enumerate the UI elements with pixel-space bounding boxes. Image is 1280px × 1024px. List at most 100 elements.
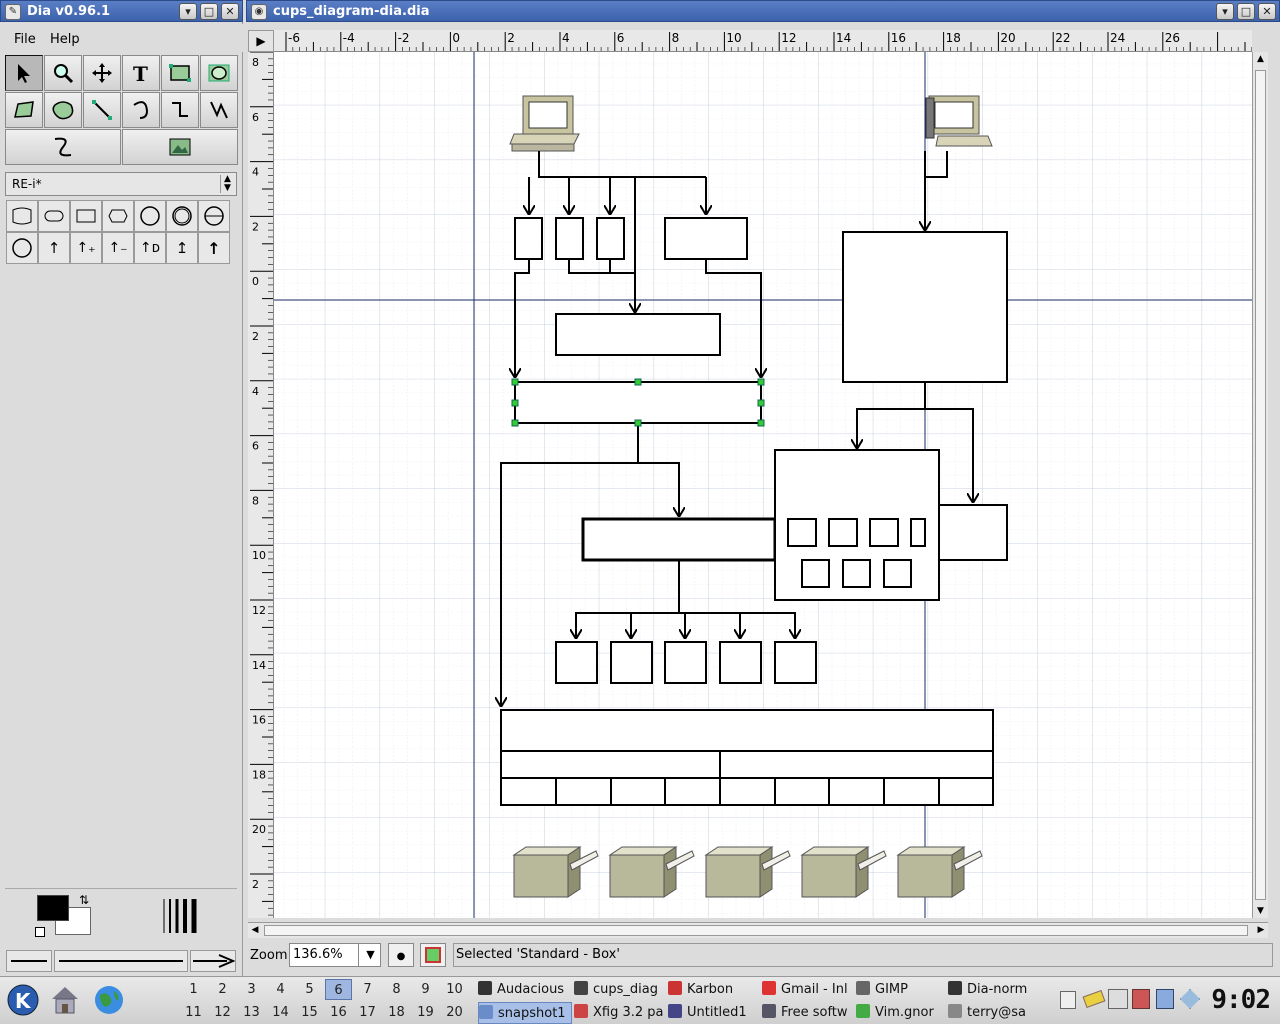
desktop-13[interactable]: 13	[238, 1002, 265, 1023]
polyline-tool[interactable]	[200, 92, 238, 128]
scroll-up-icon[interactable]: ▲	[1253, 52, 1268, 66]
shape-double-circle[interactable]	[166, 200, 198, 232]
task-button[interactable]: Untitled1	[668, 1002, 760, 1024]
desktop-19[interactable]: 19	[412, 1002, 439, 1023]
desktop-6[interactable]: 6	[325, 979, 352, 1000]
box[interactable]	[842, 559, 871, 588]
arc-tool[interactable]	[122, 92, 160, 128]
line-style-selector[interactable]	[54, 950, 188, 972]
notes-icon[interactable]	[1082, 989, 1106, 1009]
box[interactable]	[664, 641, 707, 684]
sheet-selector[interactable]: RE-i* ▲ ▼	[5, 172, 237, 196]
close-icon[interactable]: ✕	[221, 3, 239, 20]
horizontal-scroll-thumb[interactable]	[264, 925, 1248, 936]
bottom-block[interactable]	[500, 709, 994, 806]
diagram-titlebar[interactable]: ◉ cups_diagram-dia.dia ▾ □ ✕	[246, 0, 1280, 22]
home-button[interactable]	[48, 983, 82, 1017]
printer-tray-icon[interactable]	[1108, 989, 1128, 1009]
shape-arrow-d[interactable]: ↑ᴅ	[134, 232, 166, 264]
box[interactable]	[910, 518, 926, 547]
snap-to-grid-toggle[interactable]: ●	[388, 943, 414, 967]
shape-tape[interactable]	[6, 200, 38, 232]
shape-arrow-plus[interactable]: ↑₊	[70, 232, 102, 264]
selected-box[interactable]	[514, 381, 762, 424]
desktop-10[interactable]: 10	[441, 979, 468, 1000]
scroll-tool[interactable]	[83, 55, 121, 91]
diagram-menu-button[interactable]: ▶	[248, 30, 274, 52]
shape-rounded[interactable]	[38, 200, 70, 232]
shape-striped-circle[interactable]	[198, 200, 230, 232]
magnify-tool[interactable]	[44, 55, 82, 91]
task-button[interactable]: terry@sa	[948, 1002, 1040, 1024]
zoom-dropdown-icon[interactable]: ▼	[358, 944, 382, 966]
polygon-tool[interactable]	[5, 92, 43, 128]
box[interactable]	[842, 231, 1008, 383]
task-button[interactable]: cups_diag	[574, 979, 666, 1001]
task-button[interactable]: Gmail - Inl	[762, 979, 854, 1001]
box[interactable]	[719, 641, 762, 684]
desktop-2[interactable]: 2	[209, 979, 236, 1000]
task-button[interactable]: Audacious	[478, 979, 572, 1001]
shape-arrow-minus[interactable]: ↑₋	[102, 232, 134, 264]
pointer-tool[interactable]	[5, 55, 43, 91]
close-icon[interactable]: ✕	[1258, 3, 1276, 20]
desktop-14[interactable]: 14	[267, 1002, 294, 1023]
box[interactable]	[596, 217, 625, 260]
desktop-17[interactable]: 17	[354, 1002, 381, 1023]
desktop-4[interactable]: 4	[267, 979, 294, 1000]
foreground-color[interactable]	[37, 895, 69, 921]
box[interactable]	[610, 641, 653, 684]
zigzag-tool[interactable]	[161, 92, 199, 128]
box[interactable]	[787, 518, 817, 547]
menu-file[interactable]: File	[14, 32, 36, 47]
beziergon-tool[interactable]	[44, 92, 82, 128]
desktop-9[interactable]: 9	[412, 979, 439, 1000]
box[interactable]	[869, 518, 899, 547]
clock[interactable]: 9:02	[1211, 985, 1271, 1015]
desktop-3[interactable]: 3	[238, 979, 265, 1000]
box[interactable]	[774, 641, 817, 684]
maximize-icon[interactable]: □	[200, 3, 218, 20]
shade-icon[interactable]: ▾	[1216, 3, 1234, 20]
maximize-icon[interactable]: □	[1237, 3, 1255, 20]
kde-menu-button[interactable]: K	[6, 983, 40, 1017]
box[interactable]	[555, 217, 584, 260]
desktop-11[interactable]: 11	[180, 1002, 207, 1023]
toolbox-titlebar[interactable]: ✎ Dia v0.96.1 ▾ □ ✕	[0, 0, 243, 22]
box[interactable]	[938, 504, 1008, 561]
clipboard-icon[interactable]	[1060, 991, 1076, 1009]
scroll-down-icon[interactable]: ▼	[1253, 904, 1268, 918]
end-arrow-selector[interactable]	[190, 950, 236, 972]
shape-rect[interactable]	[70, 200, 102, 232]
task-button[interactable]: snapshot1	[478, 1002, 572, 1024]
line-tool[interactable]	[83, 92, 121, 128]
swap-colors-icon[interactable]: ⇅	[79, 893, 89, 907]
monitor-icon[interactable]	[1156, 989, 1174, 1009]
box[interactable]	[883, 559, 912, 588]
shape-hexagon[interactable]	[102, 200, 134, 232]
desktop-20[interactable]: 20	[441, 1002, 468, 1023]
image-tool[interactable]	[122, 129, 238, 165]
box[interactable]	[555, 313, 721, 356]
box-tool[interactable]	[161, 55, 199, 91]
desktop-18[interactable]: 18	[383, 1002, 410, 1023]
menu-help[interactable]: Help	[50, 32, 80, 47]
network-icon[interactable]	[1180, 989, 1200, 1009]
desktop-16[interactable]: 16	[325, 1002, 352, 1023]
vertical-scrollbar[interactable]: ▲ ▼	[1252, 52, 1268, 918]
task-button[interactable]: Dia-norm	[948, 979, 1040, 1001]
desktop-8[interactable]: 8	[383, 979, 410, 1000]
desktop-1[interactable]: 1	[180, 979, 207, 1000]
ellipse-tool[interactable]	[200, 55, 238, 91]
task-button[interactable]: Xfig 3.2 pa	[574, 1002, 666, 1024]
bezier-tool[interactable]	[5, 129, 121, 165]
box[interactable]	[555, 641, 598, 684]
line-width-selector[interactable]	[160, 897, 200, 935]
task-button[interactable]: Vim.gnor	[856, 1002, 946, 1024]
task-button[interactable]: GIMP	[856, 979, 946, 1001]
box[interactable]	[828, 518, 858, 547]
start-arrow-selector[interactable]	[6, 950, 52, 972]
shape-arrow-t[interactable]: ↥	[166, 232, 198, 264]
app-menu-icon[interactable]: ✎	[5, 4, 21, 20]
shape-arrow-up[interactable]: ↑	[38, 232, 70, 264]
